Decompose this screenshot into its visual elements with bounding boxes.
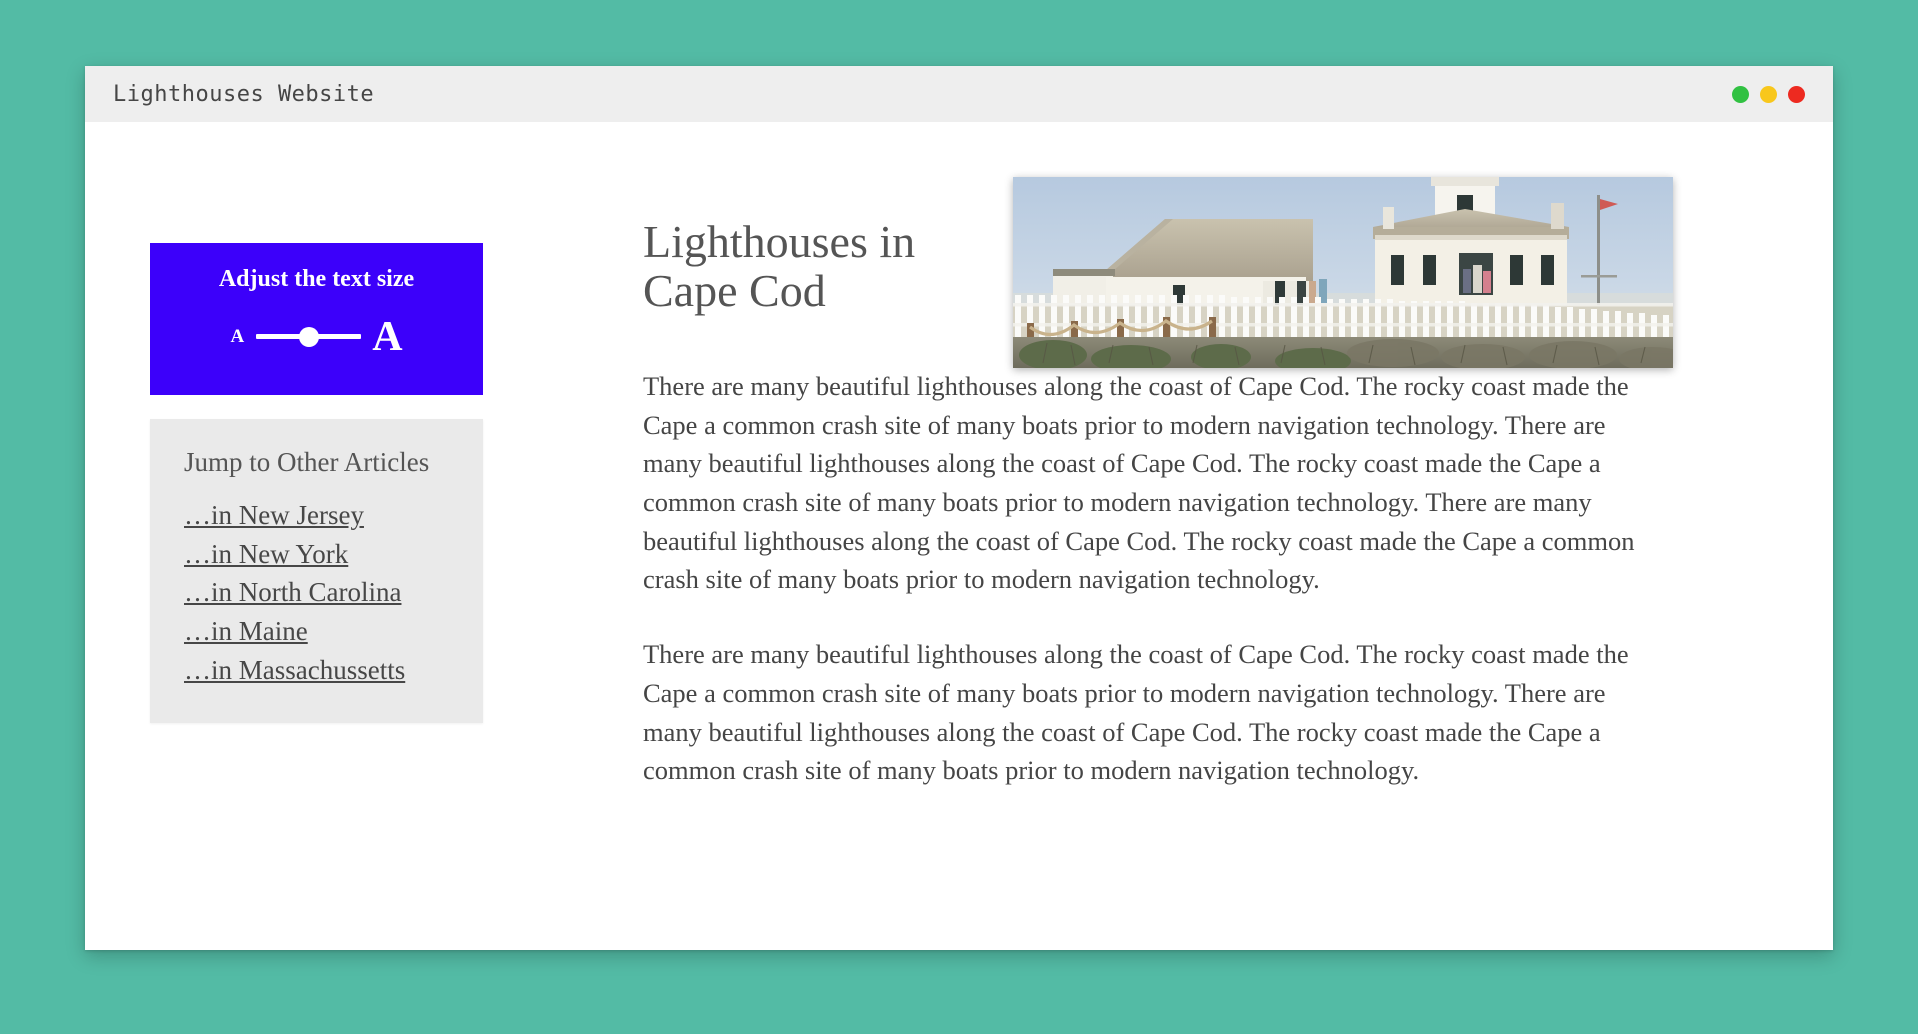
jump-link-north-carolina[interactable]: …in North Carolina: [184, 573, 401, 612]
list-item: …in New Jersey: [184, 496, 483, 535]
page-title: Lighthouses in Cape Cod: [643, 216, 916, 316]
window-controls: [1732, 85, 1805, 103]
jump-link-new-jersey[interactable]: …in New Jersey: [184, 496, 364, 535]
lighthouse-illustration: [1013, 177, 1673, 368]
browser-window: Lighthouses Website Adjust the text size…: [85, 66, 1833, 950]
article-main: Lighthouses in Cape Cod There are many b…: [643, 122, 1833, 950]
list-item: …in North Carolina: [184, 573, 483, 612]
jump-link-new-york[interactable]: …in New York: [184, 535, 348, 574]
jump-link-massachussetts[interactable]: …in Massachussetts: [184, 651, 405, 690]
slider-thumb-handle[interactable]: [298, 326, 319, 347]
text-size-slider-row: A A: [160, 316, 473, 358]
text-size-widget: Adjust the text size A A: [150, 243, 483, 395]
window-titlebar[interactable]: Lighthouses Website: [85, 66, 1833, 122]
text-size-slider[interactable]: [256, 326, 362, 347]
jump-to-articles-panel: Jump to Other Articles …in New Jersey …i…: [150, 419, 483, 724]
article-body: There are many beautiful lighthouses alo…: [643, 367, 1665, 790]
list-item: …in New York: [184, 535, 483, 574]
jump-links-list: …in New Jersey …in New York …in North Ca…: [150, 496, 483, 689]
article-header: Lighthouses in Cape Cod: [643, 122, 1833, 368]
small-a-label: A: [230, 326, 245, 348]
list-item: …in Maine: [184, 612, 483, 651]
close-button-icon[interactable]: [1788, 85, 1805, 103]
list-item: …in Massachussetts: [184, 651, 483, 690]
sidebar: Adjust the text size A A Jump to Other A…: [150, 243, 483, 724]
large-a-label: A: [372, 313, 403, 360]
lighthouse-hero-image: [1013, 177, 1673, 368]
text-size-heading: Adjust the text size: [218, 266, 415, 292]
maximize-button-icon[interactable]: [1760, 85, 1777, 103]
window-title: Lighthouses Website: [113, 81, 375, 107]
minimize-button-icon[interactable]: [1732, 85, 1749, 103]
jump-panel-heading: Jump to Other Articles: [184, 447, 430, 477]
jump-link-maine[interactable]: …in Maine: [184, 612, 308, 651]
article-paragraph-1: There are many beautiful lighthouses alo…: [643, 371, 1635, 595]
article-paragraph-2: There are many beautiful lighthouses alo…: [643, 639, 1629, 786]
page-content: Adjust the text size A A Jump to Other A…: [85, 122, 1833, 950]
